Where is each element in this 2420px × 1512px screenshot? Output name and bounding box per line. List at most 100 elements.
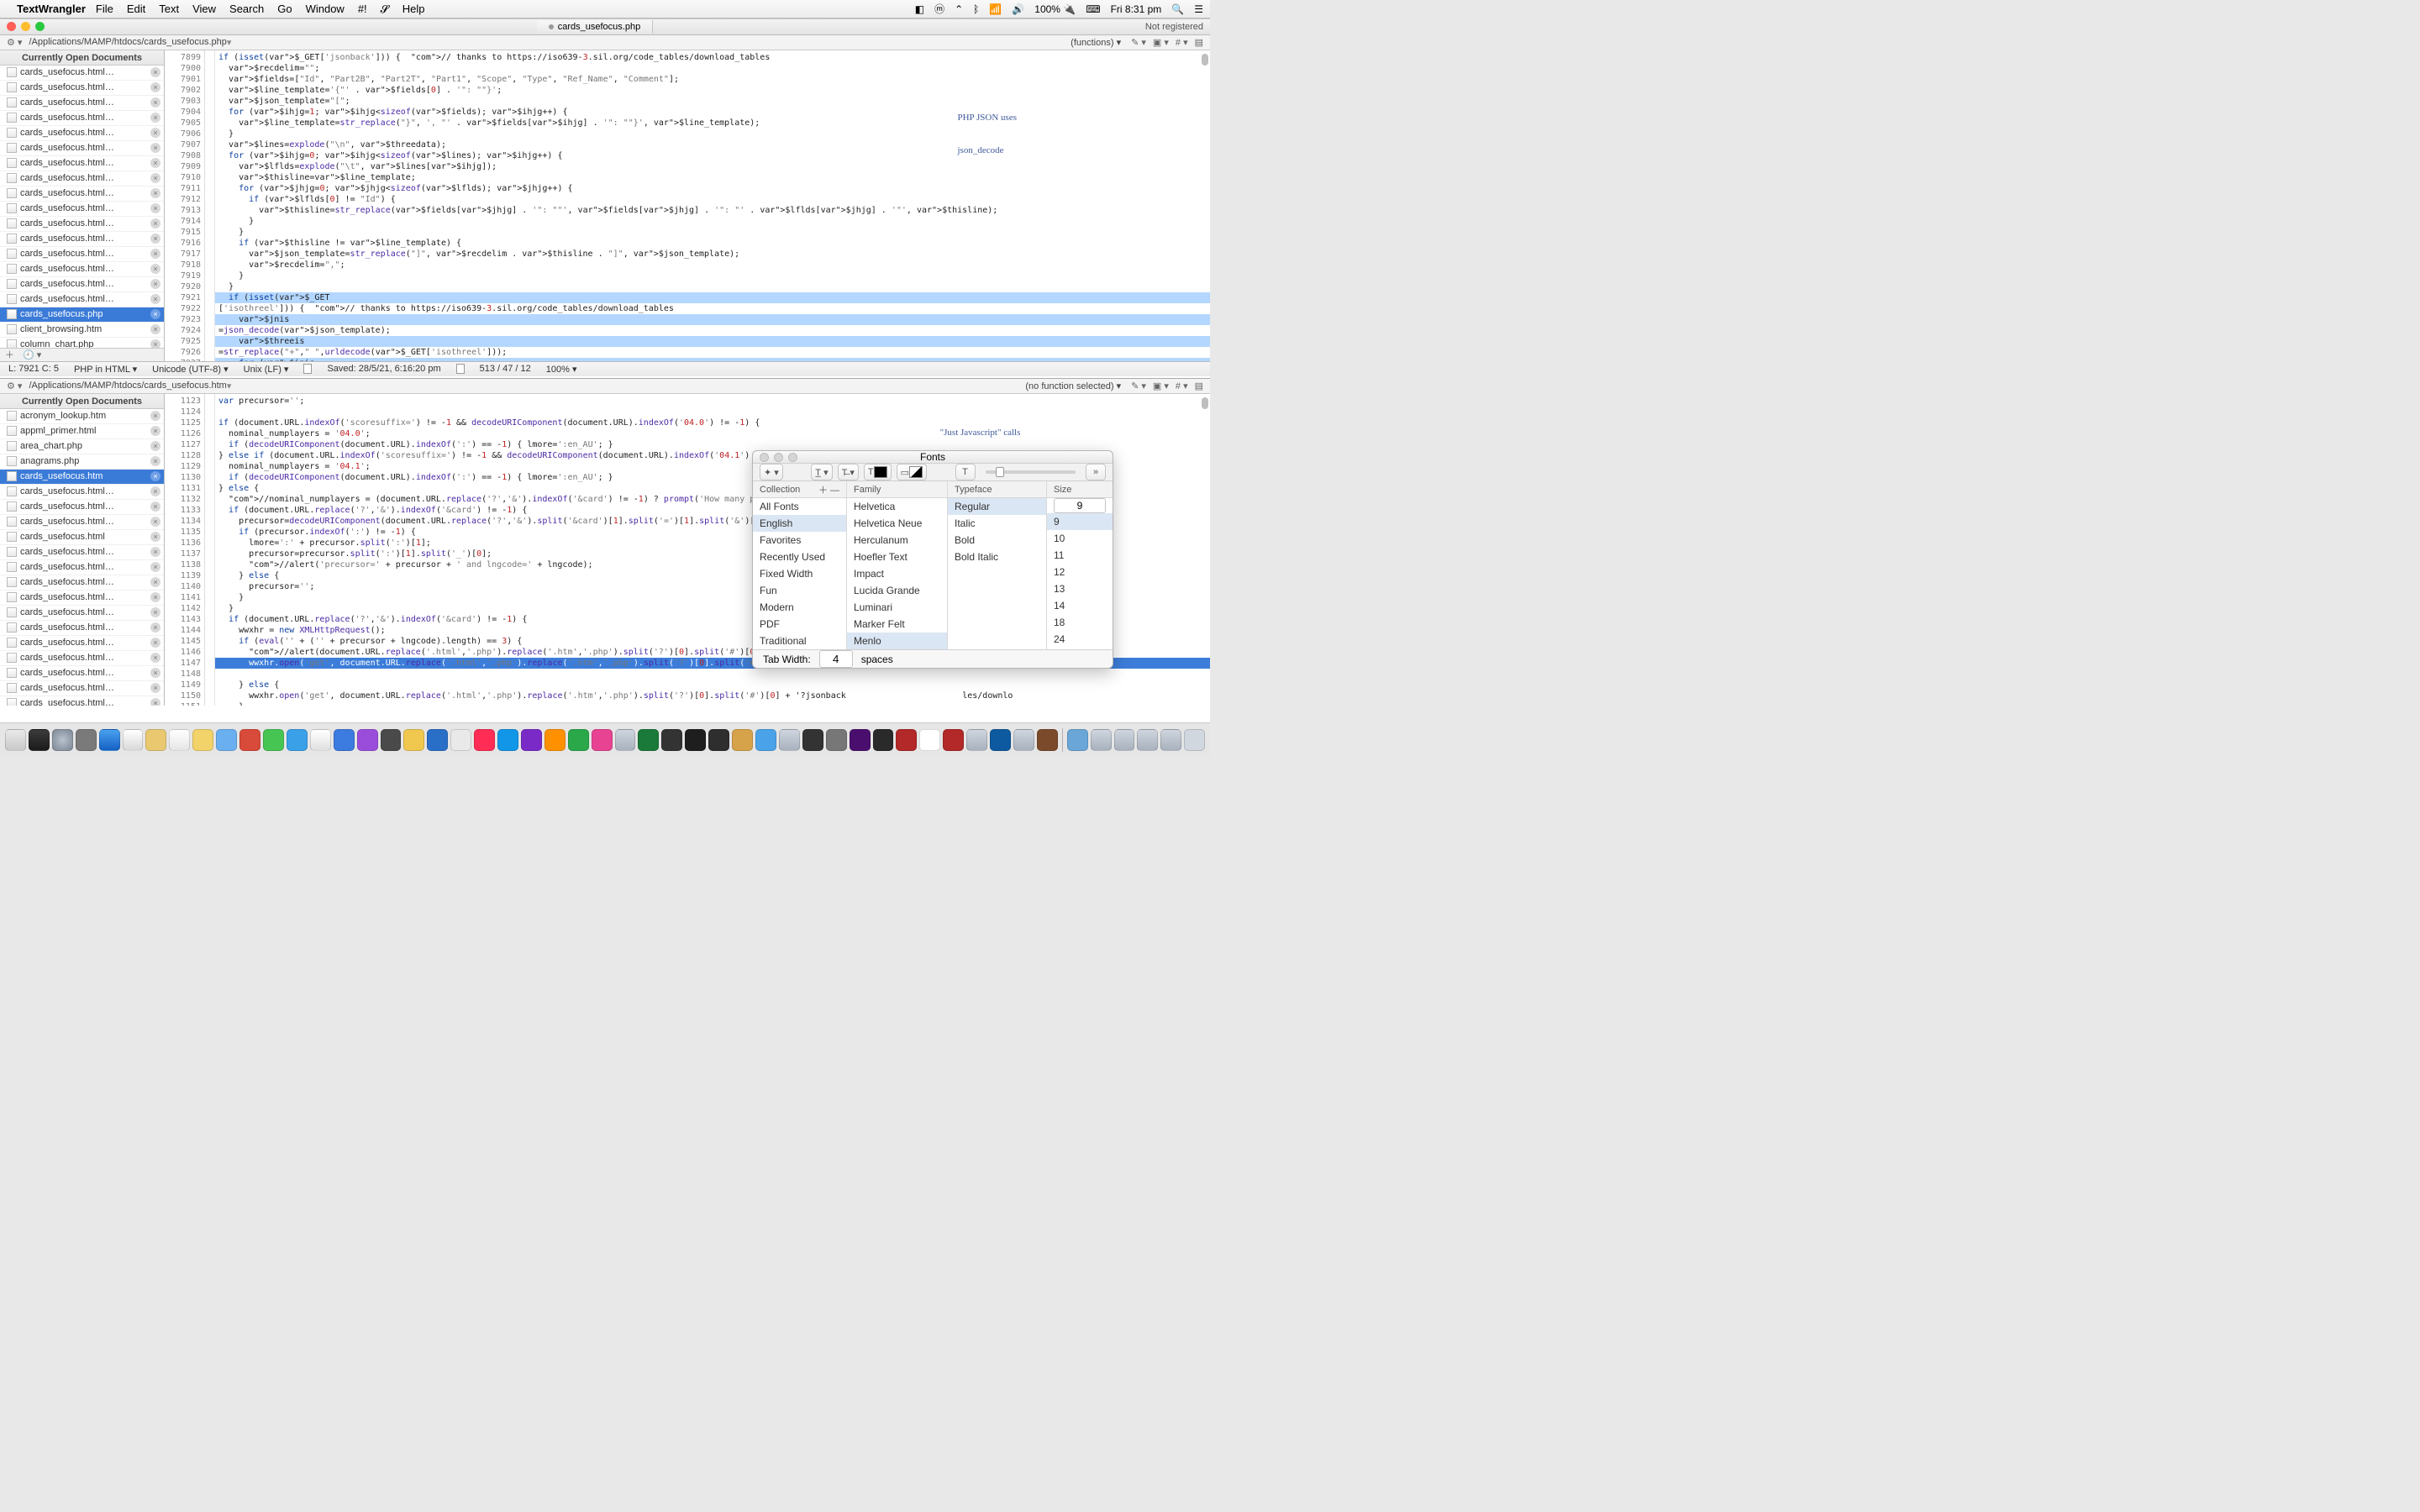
close-icon[interactable]: ×	[150, 638, 160, 648]
menu-help[interactable]: Help	[402, 3, 425, 15]
notification-center-icon[interactable]: ☰	[1194, 3, 1203, 15]
counterpart-icon[interactable]: ▣ ▾	[1153, 381, 1169, 391]
close-icon[interactable]: ×	[150, 188, 160, 198]
document-icon[interactable]	[303, 364, 312, 374]
spotlight-icon[interactable]: 🔍	[1171, 3, 1184, 15]
close-icon[interactable]: ×	[150, 683, 160, 693]
sidebar-document-item[interactable]: cards_usefocus.html…×	[0, 515, 164, 530]
shadow-toggle[interactable]: T	[955, 464, 976, 480]
dock-app-icon[interactable]	[1013, 729, 1034, 751]
fonts-min-icon[interactable]	[774, 453, 783, 462]
sidebar-document-item[interactable]: cards_usefocus.html…×	[0, 66, 164, 81]
close-icon[interactable]: ×	[150, 249, 160, 259]
close-icon[interactable]: ×	[150, 128, 160, 138]
fold-gutter[interactable]	[205, 50, 215, 361]
close-icon[interactable]: ×	[150, 279, 160, 289]
fonts-panel[interactable]: Fonts ✦ ▾ T̲ ▾ T̶ ▾ T ▭ T » Collection ＋…	[752, 450, 1113, 669]
close-icon[interactable]: ×	[150, 622, 160, 633]
add-document-button[interactable]: ＋	[5, 348, 14, 361]
close-icon[interactable]: ×	[150, 67, 160, 77]
sidebar-document-item[interactable]: cards_usefocus.html…×	[0, 171, 164, 186]
close-icon[interactable]: ×	[150, 668, 160, 678]
dock-app-icon[interactable]	[52, 729, 73, 751]
menu-search[interactable]: Search	[229, 3, 264, 15]
status-icon[interactable]: ⓜ	[934, 2, 944, 16]
close-icon[interactable]: ×	[150, 471, 160, 481]
sidebar-document-item[interactable]: cards_usefocus.html…×	[0, 485, 164, 500]
add-collection-button[interactable]: ＋ —	[818, 483, 839, 496]
dock-app-icon[interactable]	[403, 729, 424, 751]
dock-app-icon[interactable]	[263, 729, 284, 751]
fonts-size-item[interactable]: 12	[1047, 564, 1113, 580]
dock-app-icon[interactable]	[732, 729, 753, 751]
menu-shebang[interactable]: #!	[358, 3, 367, 15]
dock-app-icon[interactable]	[239, 729, 260, 751]
menu-view[interactable]: View	[192, 3, 216, 15]
dock-app-icon[interactable]	[5, 729, 26, 751]
dock-app-icon[interactable]	[873, 729, 894, 751]
close-icon[interactable]: ×	[150, 339, 160, 348]
fonts-family-item[interactable]: Marker Felt	[847, 616, 947, 633]
gear-icon[interactable]: ⚙ ▾	[0, 381, 29, 391]
sidebar-document-item[interactable]: cards_usefocus.html…×	[0, 292, 164, 307]
document-color-button[interactable]: ▭	[897, 464, 927, 480]
sidebar-document-item[interactable]: area_chart.php×	[0, 439, 164, 454]
sidebar-document-item[interactable]: cards_usefocus.html…×	[0, 111, 164, 126]
menu-script[interactable]: 𝓢	[381, 3, 389, 16]
sidebar-document-item[interactable]: cards_usefocus.html…×	[0, 681, 164, 696]
sidebar-document-item[interactable]: cards_usefocus.html…×	[0, 156, 164, 171]
dock-app-icon[interactable]	[779, 729, 800, 751]
function-popup[interactable]: (functions) ▾	[1071, 37, 1124, 48]
menu-file[interactable]: File	[96, 3, 113, 15]
dock-app-icon[interactable]	[638, 729, 659, 751]
dock-app-icon[interactable]	[427, 729, 448, 751]
menu-text[interactable]: Text	[159, 3, 179, 15]
dock-app-icon[interactable]	[544, 729, 566, 751]
close-icon[interactable]: ×	[150, 562, 160, 572]
dock-app-icon[interactable]	[497, 729, 518, 751]
bluetooth-icon[interactable]: ᛒ	[973, 3, 979, 15]
dock-stack-icon[interactable]	[1137, 729, 1158, 751]
dock-app-icon[interactable]	[216, 729, 237, 751]
fonts-size-item[interactable]: 13	[1047, 580, 1113, 597]
close-icon[interactable]: ×	[150, 547, 160, 557]
close-icon[interactable]: ×	[150, 113, 160, 123]
traffic-close-icon[interactable]	[7, 22, 16, 31]
file-path[interactable]: /Applications/MAMP/htdocs/cards_usefocus…	[29, 37, 226, 47]
close-icon[interactable]: ×	[150, 441, 160, 451]
close-icon[interactable]: ×	[150, 607, 160, 617]
fonts-collection-item[interactable]: Modern	[753, 599, 846, 616]
scrollbar-thumb[interactable]	[1202, 397, 1208, 409]
fonts-family-item[interactable]: Helvetica	[847, 498, 947, 515]
dock-app-icon[interactable]	[192, 729, 213, 751]
close-icon[interactable]: ×	[150, 653, 160, 663]
size-input[interactable]: 9	[1054, 498, 1106, 513]
close-icon[interactable]: ×	[150, 143, 160, 153]
dock-app-icon[interactable]	[29, 729, 50, 751]
sidebar-document-item[interactable]: cards_usefocus.html…×	[0, 277, 164, 292]
dock-app-icon[interactable]	[450, 729, 471, 751]
sidebar-document-item[interactable]: cards_usefocus.html…×	[0, 575, 164, 591]
dock-app-icon[interactable]	[919, 729, 940, 751]
fonts-size-item[interactable]: 18	[1047, 614, 1113, 631]
marker-icon[interactable]: ✎ ▾	[1131, 37, 1146, 48]
close-icon[interactable]: ×	[150, 577, 160, 587]
close-icon[interactable]: ×	[150, 203, 160, 213]
status-encoding[interactable]: Unicode (UTF-8) ▾	[152, 364, 228, 375]
strikethrough-button[interactable]: T̶ ▾	[838, 464, 859, 480]
includes-icon[interactable]: # ▾	[1176, 381, 1188, 391]
dock-app-icon[interactable]	[334, 729, 355, 751]
sidebar-document-item[interactable]: cards_usefocus.html…×	[0, 247, 164, 262]
fonts-typeface-item[interactable]: Bold	[948, 532, 1046, 549]
marker-icon[interactable]: ✎ ▾	[1131, 381, 1146, 391]
sidebar-document-item[interactable]: cards_usefocus.html…×	[0, 591, 164, 606]
close-icon[interactable]: ×	[150, 82, 160, 92]
dock-app-icon[interactable]	[685, 729, 706, 751]
fonts-family-item[interactable]: Helvetica Neue	[847, 515, 947, 532]
fonts-collection-item[interactable]: Recently Used	[753, 549, 846, 565]
dock-app-icon[interactable]	[474, 729, 495, 751]
fonts-collection-item[interactable]: PDF	[753, 616, 846, 633]
fonts-zoom-icon[interactable]	[788, 453, 797, 462]
sidebar-document-item[interactable]: acronym_lookup.htm×	[0, 409, 164, 424]
gear-icon[interactable]: ⚙ ▾	[0, 37, 29, 48]
